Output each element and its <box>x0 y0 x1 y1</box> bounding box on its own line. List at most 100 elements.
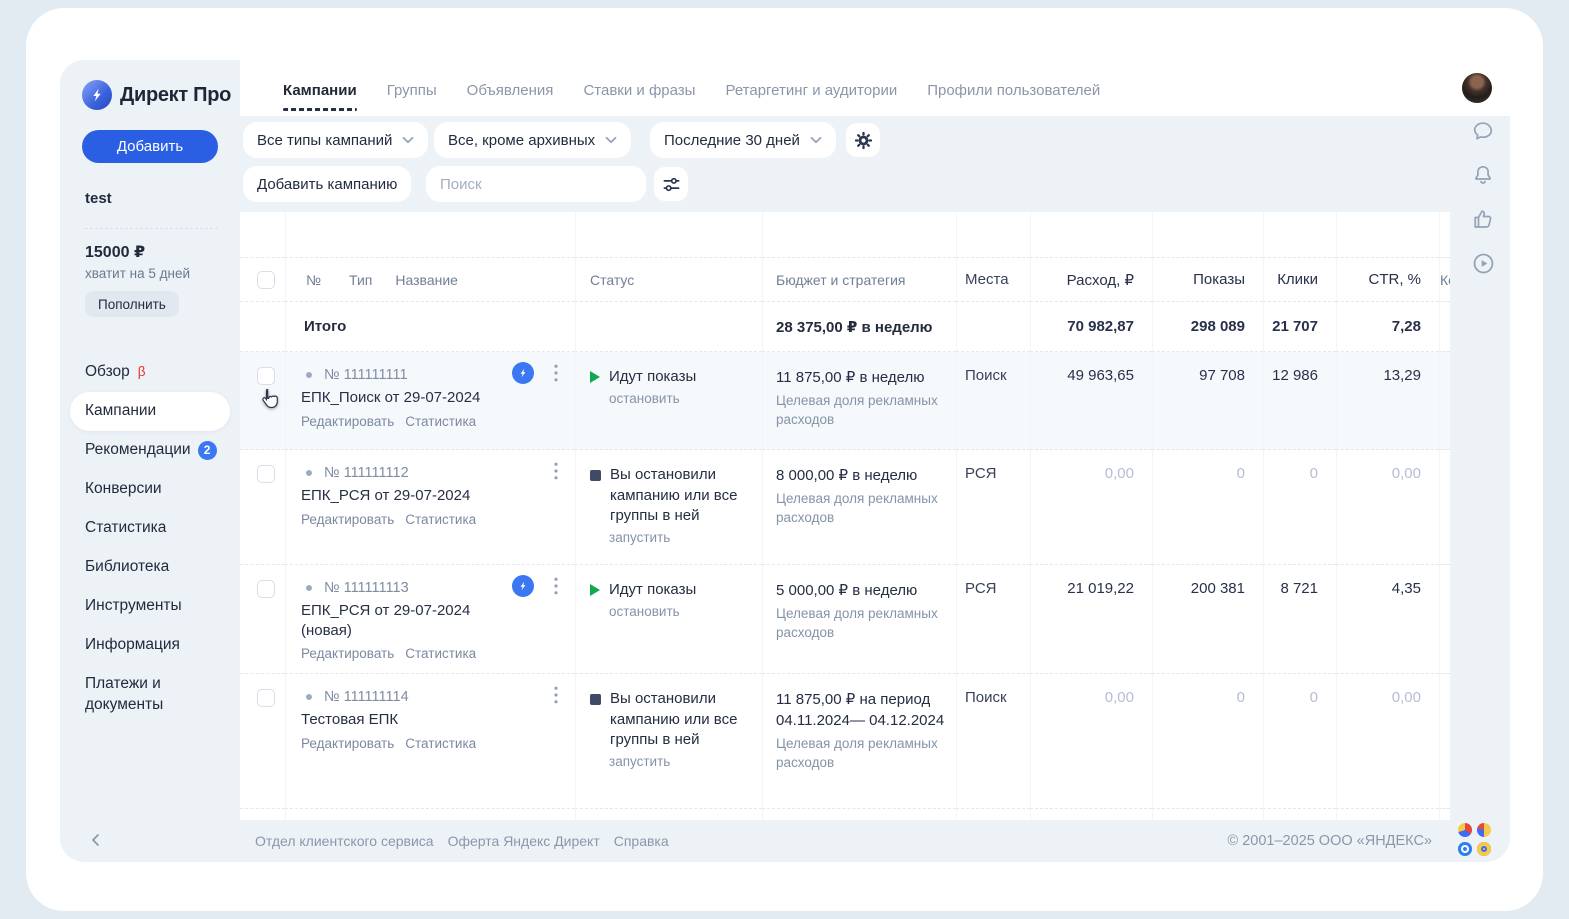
logo-text: Директ Про <box>120 84 231 107</box>
col-number: № <box>306 272 321 288</box>
stats-link[interactable]: Статистика <box>405 736 476 751</box>
spend-value: 0,00 <box>1030 450 1152 565</box>
archive-filter[interactable]: Все, кроме архивных <box>434 122 631 158</box>
row-menu-icon[interactable] <box>554 364 558 387</box>
app-surface: Директ Про Добавить test 15000 ₽ хватит … <box>60 60 1510 862</box>
nav-tab[interactable]: Кампании <box>283 78 357 99</box>
campaign-name[interactable]: ЕПК_РСЯ от 29-07-2024 (новая) <box>301 601 515 640</box>
stats-link[interactable]: Статистика <box>405 512 476 527</box>
nav-tab[interactable]: Ставки и фразы <box>583 78 695 99</box>
campaign-type-filter-label: Все типы кампаний <box>257 132 392 149</box>
topup-button[interactable]: Пополнить <box>85 291 179 317</box>
col-impressions: Показы <box>1152 258 1263 302</box>
campaign-name[interactable]: Тестовая ЕПК <box>301 710 515 730</box>
budget-value: 11 875,00 ₽ в неделю <box>776 367 956 388</box>
add-campaign-button[interactable]: Добавить кампанию <box>243 166 411 202</box>
status-action-link[interactable]: остановить <box>609 391 762 406</box>
row-checkbox[interactable] <box>257 465 275 483</box>
filter-settings-button[interactable] <box>654 167 688 201</box>
ctr-value: 0,00 <box>1336 809 1439 820</box>
app-window: Директ Про Добавить test 15000 ₽ хватит … <box>26 8 1543 911</box>
select-all-checkbox[interactable] <box>257 271 275 289</box>
sidebar-menu-item[interactable]: Конверсии <box>70 470 230 509</box>
campaign-name[interactable]: ЕПК_Поиск от 29-07-2024 <box>301 388 515 408</box>
sidebar-menu-item[interactable]: Платежи и документы <box>70 665 230 725</box>
budget-value: 11 875,00 ₽ на период 04.11.2024— 04.12.… <box>776 689 956 731</box>
impressions-value: 200 381 <box>1152 565 1263 674</box>
totals-clicks: 21 707 <box>1263 302 1336 352</box>
sidebar-menu-item[interactable]: Рекомендации 2 <box>70 431 230 470</box>
footer-link[interactable]: Отдел клиентского сервиса <box>255 833 434 849</box>
nav-tab[interactable]: Профили пользователей <box>927 78 1100 99</box>
clicks-value: 8 721 <box>1263 565 1336 674</box>
impressions-value: 0 <box>1152 674 1263 809</box>
nav-tab[interactable]: Ретаргетинг и аудитории <box>725 78 897 99</box>
campaign-type-filter[interactable]: Все типы кампаний <box>243 122 428 158</box>
row-checkbox[interactable] <box>257 580 275 598</box>
col-type: Тип <box>349 272 372 288</box>
sidebar-menu-item-label: Инструменты <box>85 596 182 617</box>
sidebar-menu-item[interactable]: Библиотека <box>70 548 230 587</box>
edit-link[interactable]: Редактировать <box>301 414 394 429</box>
impressions-value: 97 708 <box>1152 352 1263 450</box>
chevron-down-icon <box>810 136 822 144</box>
footer-links: Отдел клиентского сервиса Оферта Яндекс Д… <box>255 820 669 862</box>
nav-tabs: Кампании Группы Объявления Ставки и фразы Ре… <box>283 60 1100 116</box>
status-action-link[interactable]: запустить <box>609 754 762 769</box>
nav-tab[interactable]: Объявления <box>467 78 554 99</box>
impressions-value: 0 <box>1152 450 1263 565</box>
settings-button[interactable] <box>846 123 880 157</box>
footer-link[interactable]: Справка <box>614 833 669 849</box>
row-checkbox[interactable] <box>257 689 275 707</box>
edit-link[interactable]: Редактировать <box>301 512 394 527</box>
table-row: № 111111114 Тестовая ЕПК Редактировать С… <box>240 674 1450 809</box>
campaign-number: № 111111112 <box>324 465 409 481</box>
gear-icon <box>853 130 874 151</box>
row-menu-icon[interactable] <box>554 462 558 485</box>
yandex-services-icons[interactable] <box>1458 823 1492 857</box>
period-filter[interactable]: Последние 30 дней <box>650 122 836 158</box>
collapse-sidebar-icon[interactable] <box>88 832 104 853</box>
footer-link[interactable]: Оферта Яндекс Директ <box>448 833 600 849</box>
sidebar: Директ Про Добавить test 15000 ₽ хватит … <box>60 60 240 820</box>
status-action-link[interactable]: запустить <box>609 530 762 545</box>
campaign-name[interactable]: ЕПК_РСЯ от 29-07-2024 <box>301 486 515 506</box>
notifications-bell-icon[interactable] <box>1470 162 1496 188</box>
edit-link[interactable]: Редактировать <box>301 646 394 661</box>
row-menu-icon[interactable] <box>554 577 558 600</box>
edit-link[interactable]: Редактировать <box>301 736 394 751</box>
budget-strategy: Целевая доля рекламных расходов <box>776 605 956 643</box>
avatar[interactable] <box>1462 73 1492 103</box>
nav-tab[interactable]: Группы <box>387 78 437 99</box>
stats-link[interactable]: Статистика <box>405 646 476 661</box>
nav-tab-label: Кампании <box>283 82 357 99</box>
sidebar-menu-item[interactable]: Обзор β <box>70 353 230 392</box>
status-action-link[interactable]: остановить <box>609 604 762 619</box>
sidebar-divider <box>85 228 218 229</box>
sidebar-menu-item[interactable]: Статистика <box>70 509 230 548</box>
add-button[interactable]: Добавить <box>82 130 218 163</box>
right-rail <box>1470 118 1496 276</box>
campaign-type-icon <box>301 367 317 383</box>
impressions-value: 0 <box>1152 809 1263 820</box>
ctr-value: 4,35 <box>1336 565 1439 674</box>
chat-icon[interactable] <box>1470 118 1496 144</box>
search-input[interactable] <box>426 166 646 202</box>
sidebar-menu-item-label: Статистика <box>85 518 166 539</box>
sidebar-menu-item[interactable]: Инструменты <box>70 587 230 626</box>
sidebar-menu-item[interactable]: Кампании <box>70 392 230 431</box>
clicks-value: 0 <box>1263 450 1336 565</box>
row-checkbox[interactable] <box>257 367 275 385</box>
row-menu-icon[interactable] <box>554 686 558 709</box>
video-play-icon[interactable] <box>1470 250 1496 276</box>
col-conversions: Ко <box>1439 258 1450 302</box>
stats-link[interactable]: Статистика <box>405 414 476 429</box>
sidebar-menu-item[interactable]: Информация <box>70 626 230 665</box>
thumbs-up-icon[interactable] <box>1470 206 1496 232</box>
places-value: Поиск <box>956 674 1030 809</box>
ctr-value: 13,29 <box>1336 352 1439 450</box>
status-text: Идут показы <box>609 580 696 601</box>
sidebar-menu-item-label: Обзор <box>85 362 130 383</box>
copyright: © 2001–2025 ООО «ЯНДЕКС» <box>1227 820 1432 862</box>
budget-strategy: Целевая доля рекламных расходов <box>776 490 956 528</box>
